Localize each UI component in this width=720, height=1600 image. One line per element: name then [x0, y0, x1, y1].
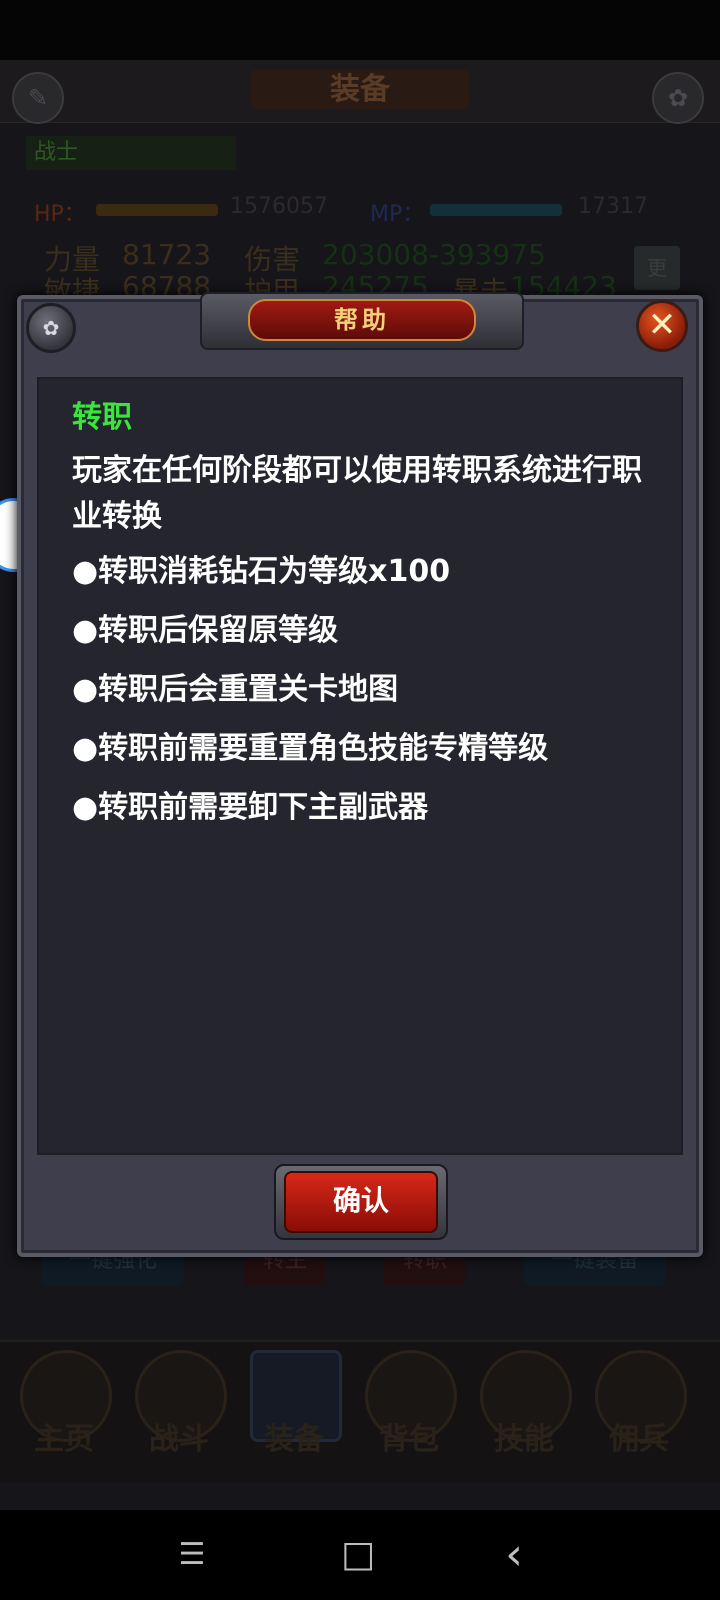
edit-icon: ✎ [12, 72, 64, 124]
hp-bar [96, 204, 218, 216]
nav-item-home: 主页 [10, 1350, 118, 1470]
mp-value: 17317 [578, 194, 648, 219]
nav-item-equipment: 装备 [240, 1350, 348, 1470]
paw-icon: ✿ [26, 303, 76, 353]
mp-bar [430, 204, 562, 216]
stat-value: 203008-393975 [322, 238, 546, 271]
menu-icon[interactable]: ☰ [172, 1538, 212, 1572]
more-button: 更 [634, 246, 680, 290]
back-icon[interactable]: ‹ [494, 1533, 534, 1577]
close-button[interactable]: ✕ [636, 300, 688, 352]
dialog-title: 帮助 [248, 299, 476, 341]
nav-item-mercenary: 佣兵 [585, 1350, 693, 1470]
stat-value: 81723 [122, 238, 212, 271]
nav-item-bag: 背包 [355, 1350, 463, 1470]
status-area [0, 0, 720, 60]
mp-label: MP： [370, 202, 425, 227]
rule-item: ●转职后保留原等级 [72, 613, 339, 648]
home-icon[interactable]: □ [338, 1537, 378, 1573]
dialog-title-banner: 帮助 [200, 292, 524, 350]
rule-item: ●转职前需要重置角色技能专精等级 [72, 731, 549, 766]
paw-icon: ✿ [652, 72, 704, 124]
rule-item: ●转职消耗钻石为等级x100 [72, 554, 451, 589]
nav-item-battle: 战斗 [125, 1350, 233, 1470]
section-title: 转职 [72, 400, 132, 435]
confirm-button[interactable]: 确认 [284, 1171, 438, 1233]
background-page-title: 装备 [250, 70, 470, 110]
background-class-name: 战士 [26, 136, 236, 170]
rule-item: ●转职前需要卸下主副武器 [72, 790, 429, 825]
hp-label: HP： [34, 202, 86, 227]
intro-text: 玩家在任何阶段都可以使用转职系统进行职业转换 [72, 453, 642, 534]
nav-item-skills: 技能 [470, 1350, 578, 1470]
rule-item: ●转职后会重置关卡地图 [72, 672, 399, 707]
hp-value: 1576057 [230, 194, 328, 219]
